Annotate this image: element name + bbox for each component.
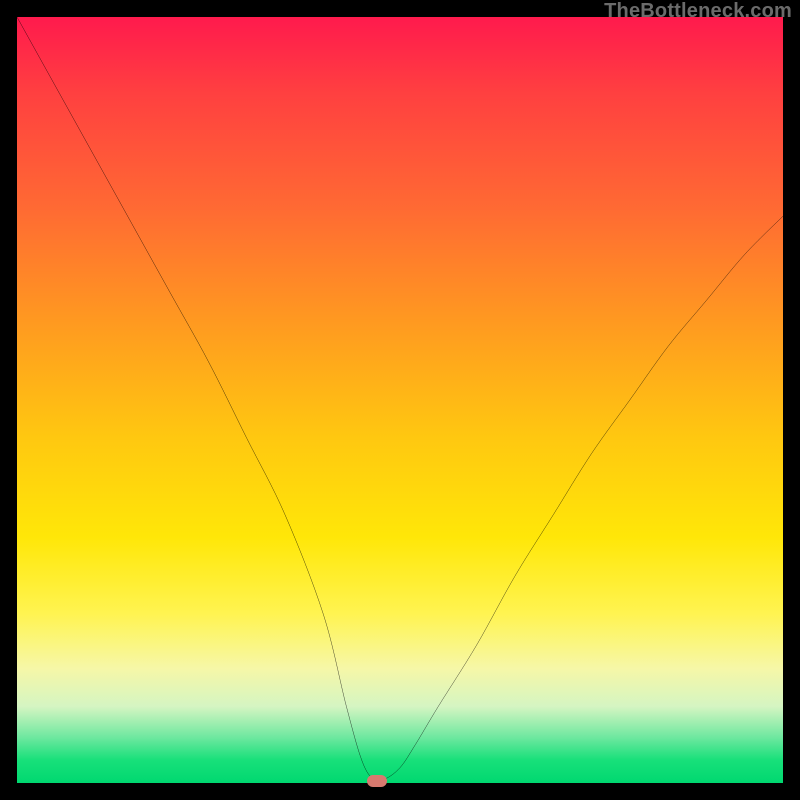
curve-path [17,17,783,781]
chart-frame: TheBottleneck.com [0,0,800,800]
watermark-text: TheBottleneck.com [604,0,792,23]
bottleneck-curve [17,17,783,783]
minimum-marker [367,775,387,787]
